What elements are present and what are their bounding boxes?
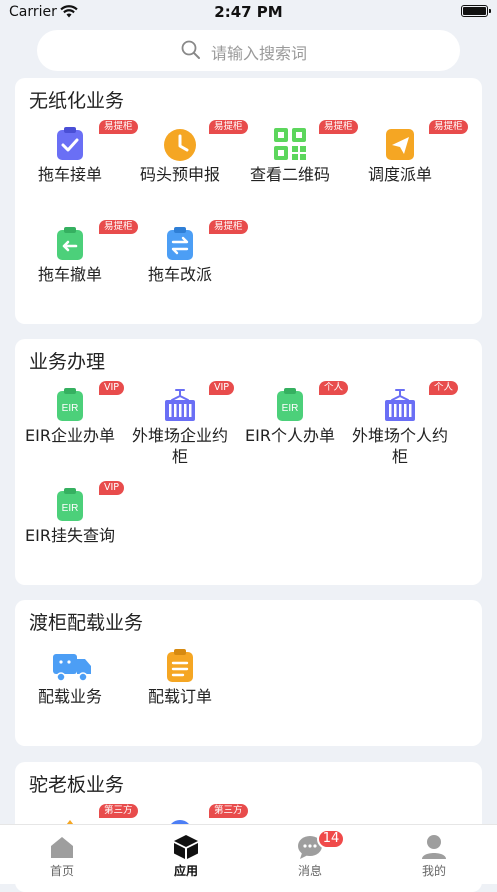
tab-bar: 首页 应用 14 消息 我的 [0,824,497,884]
truck-icon [52,648,91,684]
undo-clipboard-icon [52,226,88,262]
app-label: 拖车改派 [147,265,212,284]
app-loading-business[interactable]: 配载业务 [15,640,125,730]
badge: VIP [99,481,125,495]
app-yard-personal-booking[interactable]: 个人 外堆场个人约柜 [345,379,459,469]
tab-label: 应用 [173,864,198,878]
search-bar[interactable]: 请输入搜索词 [37,30,460,71]
battery-icon [461,5,491,17]
clock: 2:47 PM [214,3,283,21]
tab-messages[interactable]: 14 消息 [248,825,372,884]
app-loading-orders[interactable]: 配载订单 [125,640,235,730]
section-business-handling: 业务办理 EIR VIP EIR企业办单 VIP 外堆场企业约柜 EIR 个人 … [15,339,482,585]
tab-profile[interactable]: 我的 [372,825,496,884]
badge: 易提柜 [429,120,468,134]
app-eir-personal-order[interactable]: EIR 个人 EIR个人办单 [235,379,349,469]
app-label: 配载业务 [37,687,102,706]
unread-count-badge: 14 [317,829,345,849]
badge: VIP [99,381,125,395]
section-ferry-loading: 渡柜配载业务 配载业务 配载订单 [15,600,482,746]
eir-document-icon: EIR [272,387,308,423]
app-terminal-pre-declare[interactable]: 易提柜 码头预申报 [125,118,248,208]
user-icon [422,835,446,859]
badge: 个人 [319,381,349,395]
section-title: 无纸化业务 [29,90,125,112]
app-label: EIR企业办单 [25,426,115,445]
svg-text:EIR: EIR [62,503,79,514]
section-title: 驼老板业务 [29,774,125,796]
app-label: 拖车接单 [37,165,102,184]
swap-clipboard-icon [162,226,198,262]
status-bar: Carrier 2:47 PM [0,0,497,26]
app-label: EIR挂失查询 [25,526,115,545]
app-tow-reassign[interactable]: 易提柜 拖车改派 [125,218,248,308]
badge: 第三方 [209,804,248,818]
app-eir-loss-query[interactable]: EIR VIP EIR挂失查询 [15,479,125,569]
app-yard-enterprise-booking[interactable]: VIP 外堆场企业约柜 [125,379,235,469]
tab-label: 我的 [421,864,446,878]
badge: 易提柜 [209,220,248,234]
app-tow-accept-order[interactable]: 易提柜 拖车接单 [15,118,138,208]
eir-document-icon: EIR [52,487,88,523]
app-tow-cancel-order[interactable]: 易提柜 拖车撤单 [15,218,138,308]
section-title: 业务办理 [29,351,106,373]
app-label: 码头预申报 [139,165,220,184]
svg-text:EIR: EIR [282,403,299,414]
search-placeholder: 请输入搜索词 [211,44,308,63]
section-paperless: 无纸化业务 易提柜 拖车接单 易提柜 码头预申报 易提柜 查看二维码 易提柜 调… [15,78,482,324]
home-icon [51,837,73,858]
clock-icon [162,126,198,162]
app-label: 外堆场企业约柜 [131,426,228,466]
tab-apps[interactable]: 应用 [124,825,248,884]
app-label: 配载订单 [147,687,212,706]
app-label: EIR个人办单 [245,426,335,445]
badge: 个人 [429,381,459,395]
app-label: 调度派单 [367,165,432,184]
app-eir-enterprise-order[interactable]: EIR VIP EIR企业办单 [15,379,125,469]
qr-code-icon [272,126,308,162]
send-plane-icon [382,126,418,162]
tab-home[interactable]: 首页 [0,825,124,884]
order-list-icon [162,648,198,684]
badge: VIP [209,381,235,395]
section-title: 渡柜配载业务 [29,612,144,634]
app-label: 查看二维码 [249,165,330,184]
app-dispatch-order[interactable]: 易提柜 调度派单 [345,118,468,208]
eir-document-icon: EIR [52,387,88,423]
app-label: 外堆场个人约柜 [351,426,448,466]
clipboard-check-icon [52,126,88,162]
tab-label: 消息 [297,864,322,878]
container-icon [162,387,198,423]
app-label: 拖车撤单 [37,265,102,284]
tab-label: 首页 [49,864,74,878]
search-icon [181,40,200,59]
app-view-qr-code[interactable]: 易提柜 查看二维码 [235,118,358,208]
svg-text:EIR: EIR [62,403,79,414]
container-icon [382,387,418,423]
box-icon [174,835,198,859]
